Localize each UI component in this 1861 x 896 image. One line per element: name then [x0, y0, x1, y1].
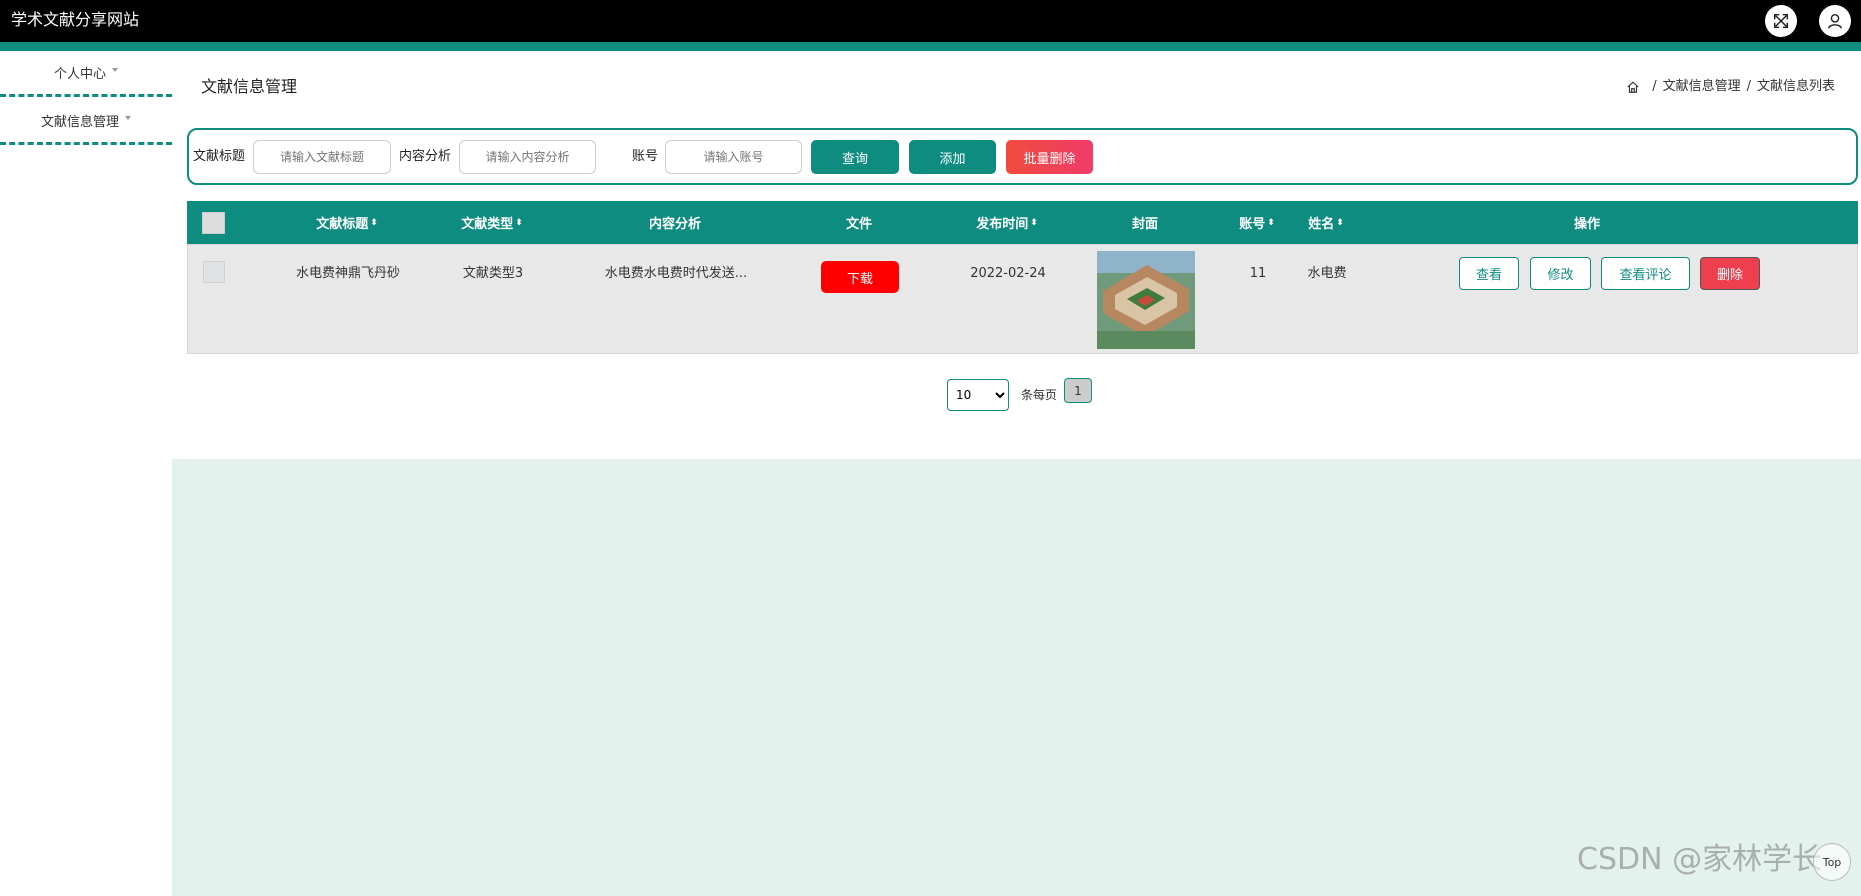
query-button[interactable]: 查询: [811, 140, 899, 174]
top-accent-strip: [0, 42, 1861, 51]
select-all-checkbox[interactable]: [202, 212, 225, 234]
column-header-actions: 操作: [1573, 217, 1600, 232]
cell-name: 水电费: [1307, 266, 1347, 281]
top-bar: 学术文献分享网站: [0, 0, 1861, 42]
breadcrumb-item-management[interactable]: 文献信息管理: [1663, 78, 1741, 96]
caret-down-icon: [125, 115, 131, 120]
add-button[interactable]: 添加: [909, 140, 996, 174]
user-icon[interactable]: [1819, 5, 1851, 37]
sort-icon: ⬍: [515, 217, 523, 228]
page-title: 文献信息管理: [201, 77, 298, 96]
column-header-type[interactable]: 文献类型 ⬍: [432, 201, 552, 244]
account-label: 账号: [632, 149, 659, 164]
edit-button[interactable]: 修改: [1530, 257, 1591, 290]
watermark: CSDN @家林学长: [1577, 842, 1823, 877]
download-button[interactable]: 下载: [821, 261, 899, 293]
sort-icon: ⬍: [1267, 217, 1275, 228]
breadcrumb: / 文献信息管理 / 文献信息列表: [1626, 78, 1835, 96]
title-search-input[interactable]: [253, 140, 391, 174]
sort-icon: ⬍: [370, 217, 378, 228]
sidebar-item-label: 文献信息管理: [40, 115, 119, 130]
breadcrumb-separator: /: [1746, 79, 1751, 94]
table-row: 水电费神鼎飞丹砂 文献类型3 水电费水电费时代发送... 下载 2022-02-…: [187, 244, 1858, 354]
home-icon[interactable]: [1626, 80, 1640, 94]
content-background-panel: [172, 459, 1861, 896]
title-label: 文献标题: [193, 149, 246, 164]
breadcrumb-item-list: 文献信息列表: [1756, 79, 1835, 94]
sidebar-item-personal-center[interactable]: 个人中心: [0, 51, 172, 97]
row-checkbox[interactable]: [203, 261, 225, 283]
caret-down-icon: [112, 67, 118, 72]
cell-account: 11: [1249, 266, 1267, 281]
sort-icon: ⬍: [1336, 217, 1344, 228]
column-header-account[interactable]: 账号 ⬍: [1227, 201, 1287, 244]
page-size-select[interactable]: 10: [947, 379, 1009, 411]
sidebar: 个人中心 文献信息管理: [0, 51, 172, 896]
column-header-date[interactable]: 发布时间 ⬍: [947, 201, 1067, 244]
fullscreen-icon[interactable]: [1765, 5, 1797, 37]
cell-analysis: 水电费水电费时代发送...: [604, 266, 748, 281]
column-header-cover: 封面: [1131, 217, 1158, 232]
account-search-input[interactable]: [665, 140, 802, 174]
breadcrumb-separator: /: [1652, 79, 1657, 94]
sidebar-item-literature-management[interactable]: 文献信息管理: [0, 99, 172, 145]
cover-image[interactable]: [1097, 251, 1195, 349]
batch-delete-button[interactable]: 批量删除: [1006, 140, 1093, 174]
sort-icon: ⬍: [1030, 217, 1038, 228]
delete-button[interactable]: 删除: [1700, 257, 1760, 290]
table-header: 文献标题 ⬍ 文献类型 ⬍ 内容分析 文件 发布时间 ⬍ 封面 账号 ⬍ 姓名 ⬍ 操作: [187, 201, 1858, 244]
cell-date: 2022-02-24: [970, 266, 1046, 281]
analysis-search-input[interactable]: [459, 140, 596, 174]
cell-type: 文献类型3: [462, 266, 524, 281]
site-title: 学术文献分享网站: [11, 10, 140, 29]
column-header-analysis: 内容分析: [648, 217, 701, 232]
page-number-1[interactable]: 1: [1064, 378, 1092, 403]
analysis-label: 内容分析: [399, 149, 452, 164]
column-header-name[interactable]: 姓名 ⬍: [1291, 201, 1361, 244]
column-header-file: 文件: [845, 217, 872, 232]
view-comments-button[interactable]: 查看评论: [1601, 257, 1690, 290]
sidebar-item-label: 个人中心: [53, 67, 106, 82]
back-to-top-button[interactable]: Top: [1813, 843, 1851, 881]
cell-title: 水电费神鼎飞丹砂: [295, 266, 400, 281]
column-header-title[interactable]: 文献标题 ⬍: [287, 201, 407, 244]
per-page-label: 条每页: [1021, 388, 1058, 402]
search-bar: 文献标题 内容分析 账号 查询 添加 批量删除: [187, 128, 1858, 185]
view-button[interactable]: 查看: [1459, 257, 1519, 290]
